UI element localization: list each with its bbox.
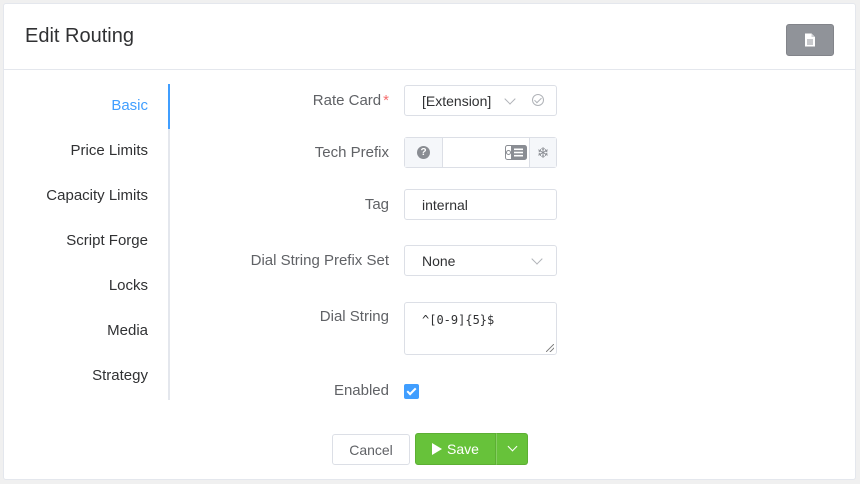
- save-label: Save: [447, 441, 479, 457]
- rate-card-select[interactable]: [Extension]: [404, 85, 557, 116]
- sidebar-item-basic[interactable]: Basic: [111, 94, 148, 118]
- rate-card-value: [Extension]: [422, 93, 492, 109]
- document-button[interactable]: [786, 24, 834, 56]
- tag-label: Tag: [364, 196, 389, 213]
- sidebar-item-script-forge[interactable]: Script Forge: [66, 229, 148, 253]
- tech-prefix-input[interactable]: [443, 138, 529, 167]
- tech-prefix-help[interactable]: ?: [405, 138, 443, 167]
- dial-string-prefix-set-value: None: [422, 253, 456, 269]
- required-mark: *: [383, 92, 389, 109]
- dialog-header: Edit Routing: [4, 4, 855, 70]
- sidebar-item-locks[interactable]: Locks: [109, 274, 148, 298]
- tag-input[interactable]: internal: [404, 189, 557, 220]
- enabled-label: Enabled: [333, 382, 389, 399]
- tech-prefix-label: Tech Prefix: [314, 144, 389, 161]
- enabled-checkbox[interactable]: [404, 384, 419, 399]
- dialog-title: Edit Routing: [25, 25, 134, 47]
- tech-prefix-input-group: ? ❄: [404, 137, 557, 168]
- rate-card-label: Rate Card *: [313, 92, 389, 109]
- play-icon: [432, 443, 443, 455]
- dial-string-label: Dial String: [319, 308, 389, 325]
- cancel-button[interactable]: Cancel: [332, 434, 410, 465]
- snowflake-icon: ❄: [536, 144, 550, 162]
- sidebar-nav: Basic Price Limits Capacity Limits Scrip…: [4, 84, 170, 400]
- dial-string-prefix-set-select[interactable]: None: [404, 245, 557, 276]
- snowflake-button[interactable]: ❄: [529, 138, 556, 167]
- sidebar-item-price-limits[interactable]: Price Limits: [70, 139, 148, 163]
- resize-handle-icon[interactable]: [546, 344, 554, 352]
- dial-string-value: ^[0-9]{5}$: [422, 313, 495, 327]
- check-circle-icon: [532, 94, 544, 106]
- chevron-down-icon: [507, 441, 518, 452]
- active-tab-indicator: [168, 84, 170, 129]
- sidebar-item-capacity-limits[interactable]: Capacity Limits: [46, 184, 148, 208]
- contact-card-icon: [505, 145, 527, 160]
- dial-string-textarea[interactable]: ^[0-9]{5}$: [404, 302, 557, 355]
- chevron-down-icon: [504, 93, 516, 105]
- save-button[interactable]: Save: [415, 433, 496, 465]
- rate-card-label-text: Rate Card: [312, 92, 382, 109]
- chevron-down-icon: [531, 253, 543, 265]
- question-icon: ?: [417, 146, 430, 159]
- sidebar-item-media[interactable]: Media: [107, 319, 148, 343]
- document-icon: [805, 33, 815, 47]
- dial-string-prefix-set-label: Dial String Prefix Set: [250, 252, 389, 269]
- save-options-dropdown-button[interactable]: [496, 433, 528, 465]
- sidebar-item-strategy[interactable]: Strategy: [92, 364, 148, 388]
- edit-routing-dialog: Edit Routing Basic Price Limits Capacity…: [3, 3, 856, 480]
- tag-value: internal: [422, 197, 468, 213]
